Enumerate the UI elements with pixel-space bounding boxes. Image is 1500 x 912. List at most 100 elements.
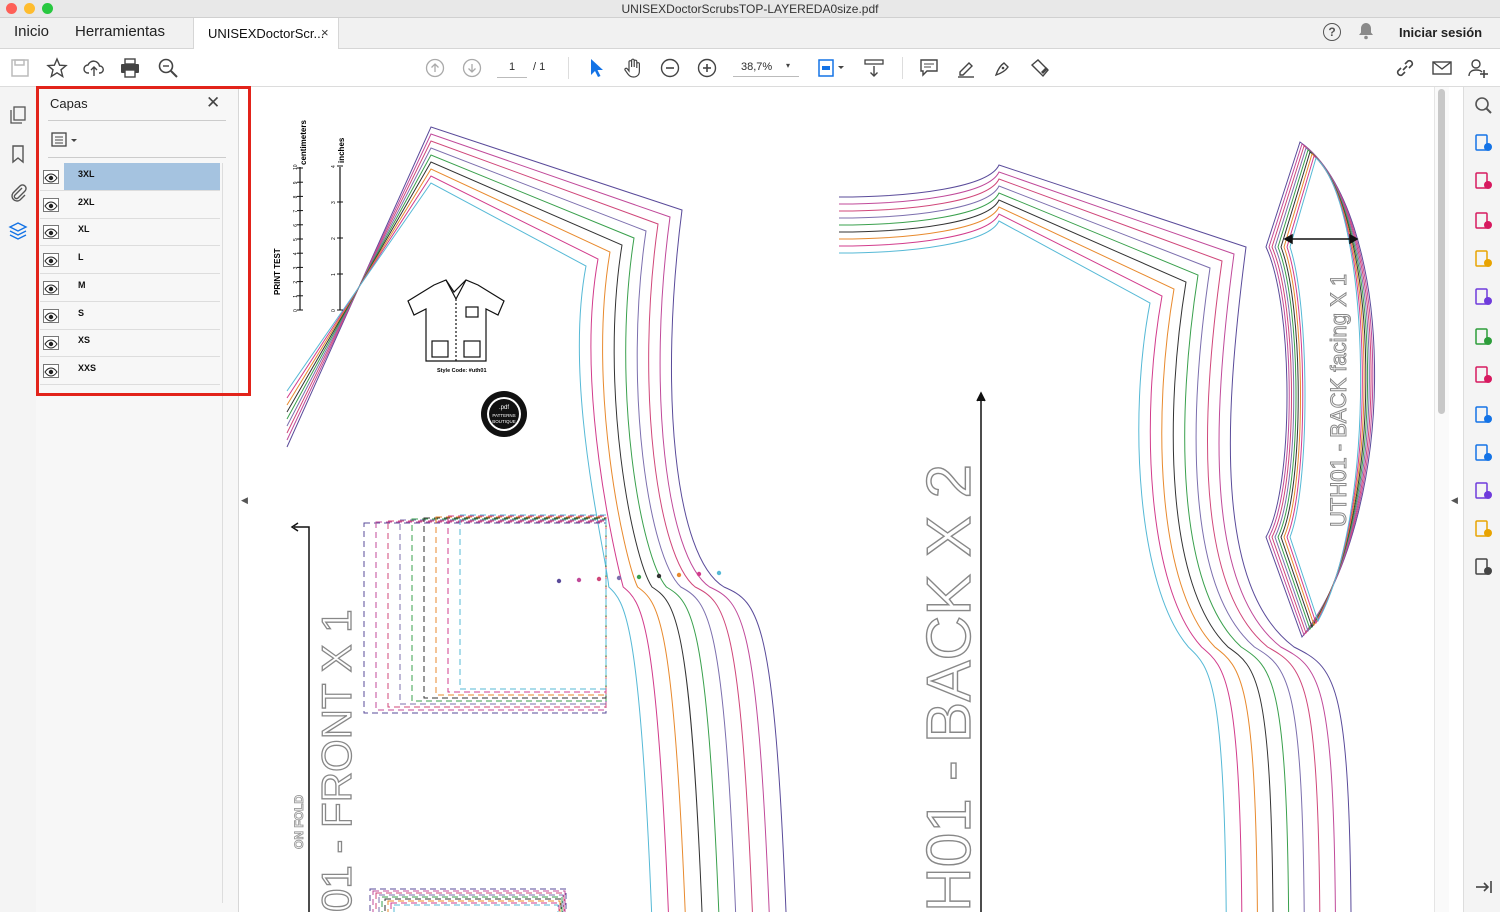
print-test-label: PRINT TEST (273, 248, 282, 295)
notch-mark (696, 571, 702, 577)
zoom-tools-icon[interactable] (1473, 95, 1493, 115)
comment-icon[interactable] (1473, 249, 1493, 269)
email-icon[interactable] (1430, 56, 1454, 80)
tools-rail (1463, 87, 1500, 912)
scrub-sketch-illustration (407, 279, 505, 362)
cm-tick-label: 9 (293, 181, 299, 184)
zoom-out-icon[interactable] (658, 56, 682, 80)
pocket-size-outline (423, 517, 607, 699)
cm-tick-label: 8 (293, 195, 299, 198)
cm-tick-label: 1 (293, 295, 299, 298)
back-piece-label: H01 - BACK X 2 (915, 464, 984, 912)
back-size-line (838, 192, 1290, 912)
highlight-pen-icon[interactable] (954, 56, 978, 80)
page-total: / 1 (533, 61, 546, 73)
left-navigation-rail (0, 87, 37, 912)
tab-document[interactable]: UNISEXDoctorScr... × (193, 18, 339, 49)
combine-icon[interactable] (1473, 287, 1493, 307)
inch-tick-label: 0 (331, 309, 337, 312)
add-person-icon[interactable] (1466, 56, 1490, 80)
pocket-size-outline (435, 516, 607, 696)
export-pdf-icon[interactable] (1473, 133, 1493, 153)
upload-cloud-icon[interactable] (82, 56, 106, 80)
print-test-ruler: 012345678910 01234 PRINT TEST centimeter… (273, 120, 346, 312)
facing-pattern-lines (1265, 141, 1376, 639)
zoom-search-icon[interactable] (156, 56, 180, 80)
create-pdf-icon[interactable] (1473, 211, 1493, 231)
cm-tick-label: 4 (293, 252, 299, 255)
bookmark-icon[interactable] (8, 144, 28, 164)
fit-page-icon[interactable] (815, 56, 847, 80)
protect-icon[interactable] (1473, 405, 1493, 425)
pages-icon[interactable] (8, 105, 28, 125)
notch-mark (676, 572, 682, 578)
document-scrollbar[interactable] (1434, 87, 1449, 912)
layers-icon[interactable] (8, 221, 28, 241)
notifications-icon[interactable] (1358, 22, 1374, 45)
logo-line-1: .pdf (499, 405, 509, 411)
cm-tick-group: 012345678910 (293, 164, 303, 312)
back-facing-label: UTH01 - BACK facing X 1 (1326, 274, 1351, 527)
scan-icon[interactable] (1473, 519, 1493, 539)
tab-home[interactable]: Inicio (14, 23, 49, 40)
edit-icon[interactable] (1473, 481, 1493, 501)
on-fold-label: ON FOLD (292, 795, 306, 849)
next-page-icon[interactable] (460, 56, 484, 80)
share-link-icon[interactable] (1393, 56, 1417, 80)
collapse-left-panel-icon[interactable]: ◀ (241, 495, 248, 506)
comment-icon[interactable] (917, 56, 941, 80)
select-cursor-icon[interactable] (584, 56, 608, 80)
inch-tick-label: 2 (331, 237, 337, 240)
attachment-icon[interactable] (8, 182, 28, 202)
inch-tick-label: 4 (331, 165, 337, 168)
more-tools-icon[interactable] (1473, 557, 1493, 577)
scroll-mode-icon[interactable] (862, 56, 886, 80)
send-track-icon[interactable] (1473, 443, 1493, 463)
draw-sign-icon[interactable] (991, 56, 1015, 80)
signin-button[interactable]: Iniciar sesión (1399, 25, 1482, 40)
previous-page-icon[interactable] (423, 56, 447, 80)
inch-tick-label: 3 (331, 201, 337, 204)
print-icon[interactable] (118, 56, 142, 80)
organize-pages-icon[interactable] (1473, 171, 1493, 191)
fill-sign-icon[interactable] (1473, 365, 1493, 385)
close-tab-icon[interactable]: × (321, 25, 329, 40)
back-size-line (838, 178, 1321, 912)
lower-pocket-outline (393, 904, 559, 912)
notch-mark (636, 574, 642, 580)
style-code: Style Code: #uth01 (437, 368, 487, 374)
hand-tool-icon[interactable] (621, 56, 645, 80)
star-icon[interactable] (45, 56, 69, 80)
compress-icon[interactable] (1473, 327, 1493, 347)
cm-tick-label: 7 (293, 210, 299, 213)
inch-tick-group: 0 1 2 3 4 (331, 165, 343, 312)
zoom-in-icon[interactable] (695, 56, 719, 80)
back-size-line (838, 185, 1305, 912)
notch-mark (576, 577, 582, 583)
facing-size-line (1265, 141, 1376, 639)
toolbar-divider (568, 57, 569, 79)
edit-stamp-icon[interactable] (1028, 56, 1052, 80)
notch-mark (656, 573, 662, 579)
scrollbar-thumb[interactable] (1438, 89, 1445, 414)
back-size-line (838, 199, 1274, 912)
page-number-input[interactable]: 1 (497, 57, 527, 78)
help-icon[interactable]: ? (1323, 23, 1341, 41)
pocket-size-outline (459, 514, 607, 690)
save-icon[interactable] (8, 56, 32, 80)
notch-mark (556, 578, 562, 584)
lower-pocket-outline (390, 902, 560, 912)
cm-tick-label: 2 (293, 281, 299, 284)
back-size-line (838, 220, 1227, 912)
zoom-dropdown-icon[interactable]: ▾ (786, 61, 790, 70)
pocket-size-outline (375, 521, 607, 711)
back-size-line (838, 213, 1243, 912)
notch-mark (616, 575, 622, 581)
tab-bar: Inicio Herramientas UNISEXDoctorScr... ×… (0, 18, 1500, 49)
document-viewer[interactable]: 0 1 2 3 4 5 6 7 8 9 10 01234 PRINT TEST centimeter… (254, 87, 1434, 912)
centimeters-label: centimeters (299, 120, 308, 165)
collapse-right-panel-icon[interactable]: ◀ (1451, 495, 1458, 506)
tab-tools[interactable]: Herramientas (75, 23, 165, 40)
logo-line-2: PATTERNS (492, 413, 515, 418)
collapse-rail-icon[interactable] (1473, 877, 1493, 897)
